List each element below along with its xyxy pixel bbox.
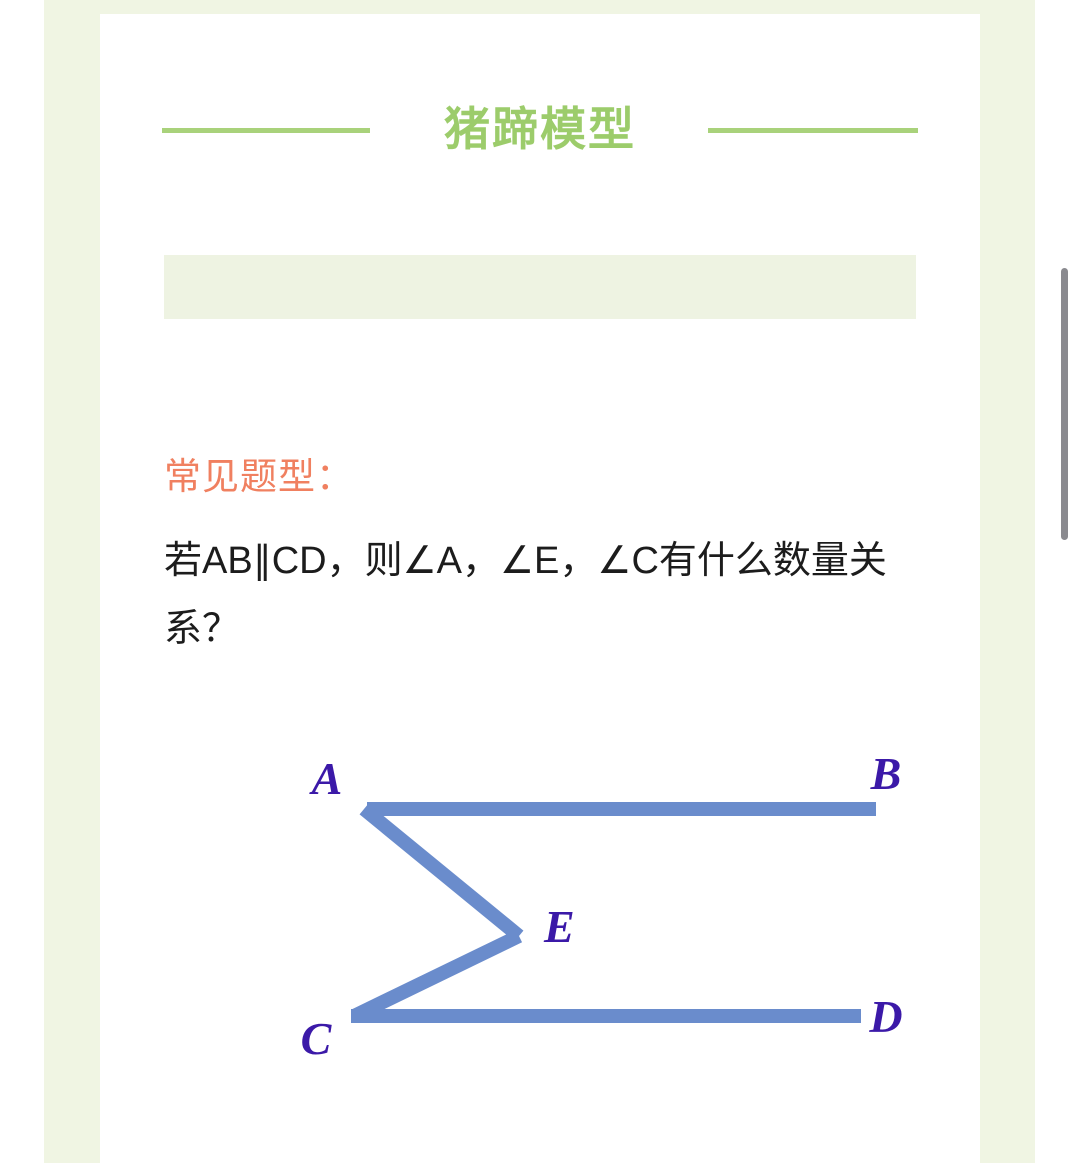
point-label-d: D xyxy=(868,991,902,1042)
segment-ec xyxy=(350,929,523,1023)
point-label-c: C xyxy=(301,1013,333,1064)
pig-hoof-diagram: A B E C D xyxy=(164,714,954,1094)
page-title: 猪蹄模型 xyxy=(444,103,636,155)
content-card: 猪蹄模型 常见题型： 若AB∥CD，则∠A，∠E，∠C有什么数量关系？ A B … xyxy=(100,14,980,1163)
scrollbar-thumb[interactable] xyxy=(1061,268,1068,540)
banner-block xyxy=(164,255,916,319)
point-label-e: E xyxy=(543,901,575,952)
section-label: 常见题型： xyxy=(164,456,354,497)
point-label-b: B xyxy=(870,748,902,799)
point-label-a: A xyxy=(309,753,343,804)
question-text: 若AB∥CD，则∠A，∠E，∠C有什么数量关系？ xyxy=(164,540,887,650)
scrollbar[interactable] xyxy=(1060,0,1068,1163)
segment-ae xyxy=(359,803,524,942)
page-title-row: 猪蹄模型 xyxy=(100,90,980,170)
